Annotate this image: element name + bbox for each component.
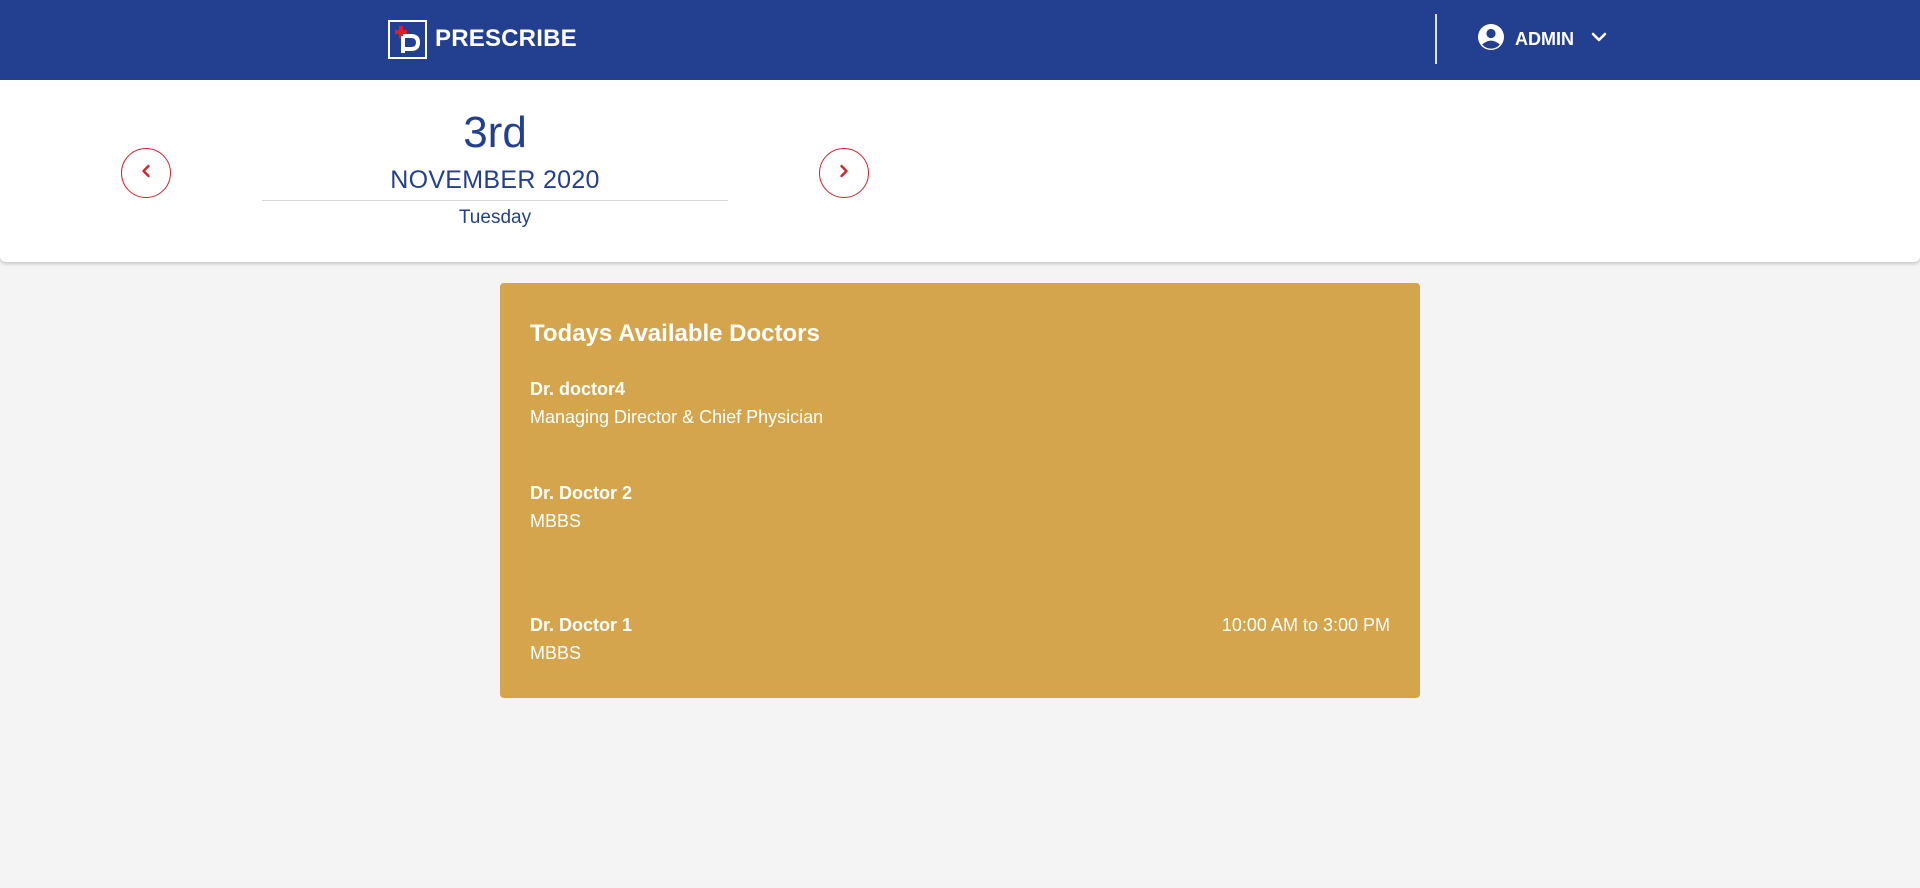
navbar-divider bbox=[1435, 14, 1437, 64]
date-month-year: NOVEMBER 2020 bbox=[390, 166, 600, 194]
user-name: ADMIN bbox=[1515, 28, 1574, 49]
card-title: Todays Available Doctors bbox=[530, 320, 820, 347]
user-menu-button[interactable]: ADMIN bbox=[1477, 22, 1608, 56]
brand-name: PRESCRIBE bbox=[435, 25, 577, 52]
date-selector: 3rd NOVEMBER 2020 Tuesday bbox=[0, 80, 1920, 262]
doctor-designation: MBBS bbox=[530, 511, 582, 531]
doctor-designation: MBBS bbox=[530, 643, 582, 663]
chevron-down-icon[interactable] bbox=[1590, 28, 1608, 51]
date-day: 3rd bbox=[463, 108, 527, 157]
doctor-name: Dr. doctor4 bbox=[530, 379, 626, 399]
chevron-left-icon bbox=[138, 163, 154, 184]
top-navbar: PRESCRIBE ADMIN bbox=[0, 0, 1920, 80]
doctor-entry[interactable]: Dr. doctor4 Managing Director & Chief Ph… bbox=[530, 377, 1390, 429]
doctor-entry[interactable]: Dr. Doctor 2 MBBS bbox=[530, 481, 1390, 533]
date-divider bbox=[262, 200, 728, 201]
chevron-right-icon bbox=[836, 163, 852, 184]
brand-link[interactable]: PRESCRIBE bbox=[388, 19, 577, 59]
available-doctors-card: Todays Available Doctors Dr. doctor4 Man… bbox=[500, 283, 1420, 698]
current-date-display: 3rd NOVEMBER 2020 Tuesday bbox=[262, 110, 728, 229]
doctor-entry[interactable]: Dr. Doctor 1 MBBS 10:00 AM to 3:00 PM bbox=[530, 613, 1390, 665]
date-weekday: Tuesday bbox=[458, 207, 532, 228]
doctor-designation: Managing Director & Chief Physician bbox=[530, 407, 824, 427]
doctor-hours: 10:00 AM to 3:00 PM bbox=[1221, 615, 1390, 635]
next-day-button[interactable] bbox=[819, 148, 869, 198]
account-circle-icon bbox=[1477, 23, 1505, 56]
prescribe-logo-icon bbox=[388, 19, 427, 59]
doctor-name: Dr. Doctor 2 bbox=[530, 483, 633, 503]
previous-day-button[interactable] bbox=[121, 148, 171, 198]
